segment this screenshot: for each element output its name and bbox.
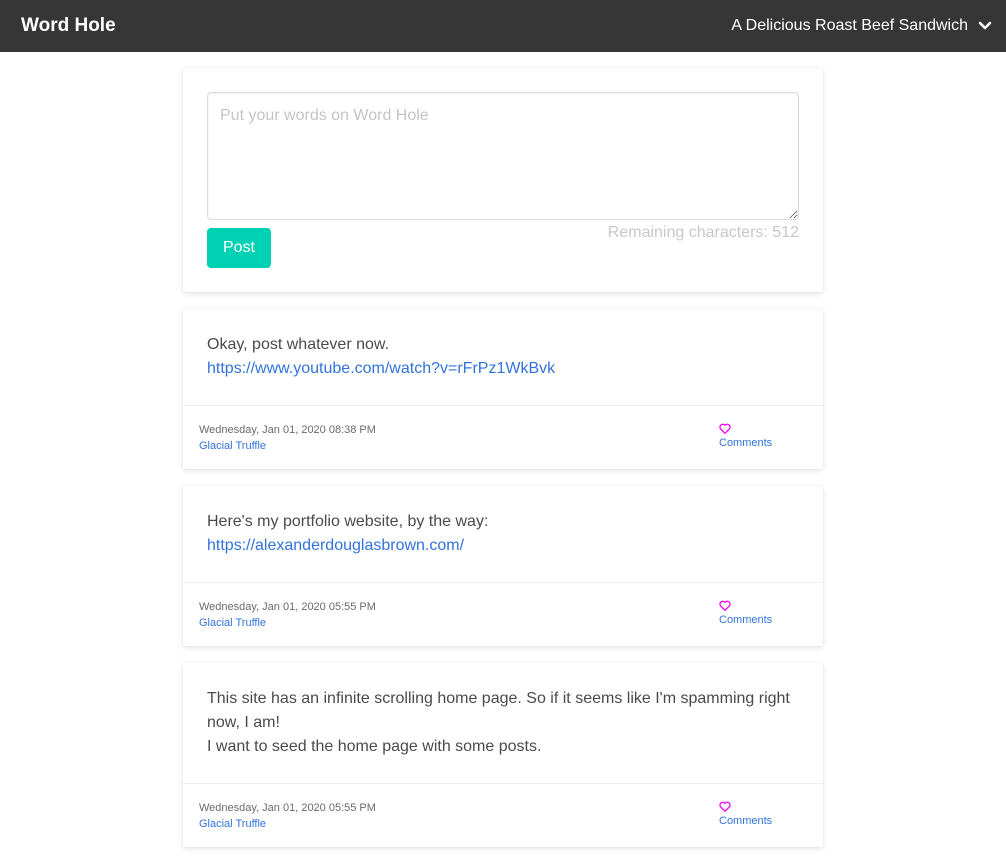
post-composer: Post Remaining characters: 512 xyxy=(183,68,823,292)
post-author-link[interactable]: Glacial Truffle xyxy=(199,615,376,631)
post-card: This site has an infinite scrolling home… xyxy=(183,663,823,847)
post-content: Okay, post whatever now. https://www.you… xyxy=(183,309,823,405)
post-author-link[interactable]: Glacial Truffle xyxy=(199,816,376,832)
chevron-down-icon[interactable] xyxy=(978,21,992,31)
post-actions: Comments xyxy=(719,422,807,455)
post-text-line: I want to seed the home page with some p… xyxy=(207,738,542,755)
post-actions: Comments xyxy=(719,800,807,833)
user-menu-name[interactable]: A Delicious Roast Beef Sandwich xyxy=(731,17,968,35)
post-meta: Wednesday, Jan 01, 2020 05:55 PM Glacial… xyxy=(199,599,376,632)
post-content: Here's my portfolio website, by the way:… xyxy=(183,486,823,582)
post-button[interactable]: Post xyxy=(207,228,271,268)
post-card: Okay, post whatever now. https://www.you… xyxy=(183,309,823,469)
post-text: Here's my portfolio website, by the way: xyxy=(207,513,489,530)
user-menu[interactable]: A Delicious Roast Beef Sandwich xyxy=(731,17,992,35)
post-text: Okay, post whatever now. xyxy=(207,336,390,353)
composer-actions: Post Remaining characters: 512 xyxy=(207,224,799,268)
post-text-line: This site has an infinite scrolling home… xyxy=(207,690,790,731)
post-textarea[interactable] xyxy=(207,92,799,220)
brand-logo[interactable]: Word Hole xyxy=(21,15,116,37)
post-timestamp: Wednesday, Jan 01, 2020 05:55 PM xyxy=(199,802,376,814)
post-footer: Wednesday, Jan 01, 2020 08:38 PM Glacial… xyxy=(183,405,823,469)
comments-link[interactable]: Comments xyxy=(719,814,772,828)
post-link[interactable]: https://alexanderdouglasbrown.com/ xyxy=(207,534,799,558)
heart-icon[interactable] xyxy=(719,801,731,814)
post-timestamp: Wednesday, Jan 01, 2020 08:38 PM xyxy=(199,424,376,436)
heart-icon[interactable] xyxy=(719,600,731,613)
post-timestamp: Wednesday, Jan 01, 2020 05:55 PM xyxy=(199,601,376,613)
comments-link[interactable]: Comments xyxy=(719,436,772,450)
post-author-link[interactable]: Glacial Truffle xyxy=(199,438,376,454)
post-meta: Wednesday, Jan 01, 2020 08:38 PM Glacial… xyxy=(199,422,376,455)
comments-link[interactable]: Comments xyxy=(719,613,772,627)
post-content: This site has an infinite scrolling home… xyxy=(183,663,823,783)
post-footer: Wednesday, Jan 01, 2020 05:55 PM Glacial… xyxy=(183,582,823,646)
post-card: Here's my portfolio website, by the way:… xyxy=(183,486,823,646)
post-meta: Wednesday, Jan 01, 2020 05:55 PM Glacial… xyxy=(199,800,376,833)
navbar: Word Hole A Delicious Roast Beef Sandwic… xyxy=(0,0,1006,52)
feed: Post Remaining characters: 512 Okay, pos… xyxy=(183,52,823,847)
remaining-characters: Remaining characters: 512 xyxy=(607,224,799,241)
heart-icon[interactable] xyxy=(719,423,731,436)
post-footer: Wednesday, Jan 01, 2020 05:55 PM Glacial… xyxy=(183,783,823,847)
post-actions: Comments xyxy=(719,599,807,632)
post-link[interactable]: https://www.youtube.com/watch?v=rFrPz1Wk… xyxy=(207,357,799,381)
